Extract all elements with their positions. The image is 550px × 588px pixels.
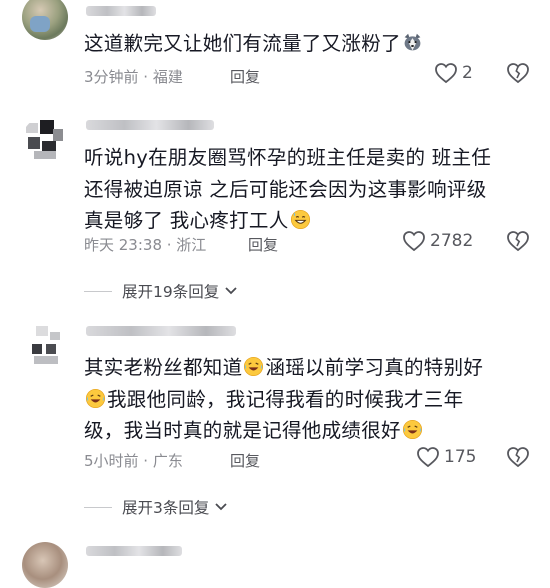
expand-replies-label: 展开3条回复 [122,499,210,517]
comment-meta: 5小时前 · 广东 回复 175 [84,446,530,472]
avatar[interactable] [22,542,68,588]
chevron-down-icon [225,287,237,295]
chevron-down-icon [215,503,228,511]
comment-text-segment: 其实老粉丝都知道 [84,356,243,379]
comment-text-segment: 我跟他同龄，我记得我看的时候我才三年 [107,387,464,411]
avatar[interactable] [22,0,68,40]
comment-item [0,540,550,588]
comment-time-location: 昨天 23:38 · 浙江 [84,236,207,254]
broken-heart-icon[interactable] [506,446,530,468]
avatar[interactable] [22,117,68,163]
comment-item: 听说hy在朋友圈骂怀孕的班主任是卖的 班主任 还得被迫原谅 之后可能还会因为这事… [0,100,550,320]
crying-laughing-emoji [402,419,422,440]
comment-item: 这道歉完又让她们有流量了又涨粉了 3分钟前 · 福建 回复 2 [0,0,550,100]
comment-text: 听说hy在朋友圈骂怀孕的班主任是卖的 班主任 还得被迫原谅 之后可能还会因为这事… [84,142,524,237]
crying-laughing-emoji [85,388,106,408]
avatar[interactable] [22,322,68,368]
comment-text-segment: 级，我当时真的就是记得他成绩很好 [84,419,401,442]
username-blurred[interactable] [86,326,236,336]
reply-button[interactable]: 回复 [230,450,260,471]
comment-text: 其实老粉丝都知道 涵瑶以前学习真的特别好 我跟他同龄，我记得我看的时候我才三年 级… [84,352,524,447]
comment-time-location: 5小时前 · 广东 [84,452,183,470]
like-button[interactable]: 2 [434,62,473,84]
broken-heart-icon[interactable] [506,62,530,84]
comment-meta: 3分钟前 · 福建 回复 2 [84,62,530,88]
like-count: 2782 [430,231,474,251]
like-count: 2 [462,63,473,83]
comment-text-line: 听说hy在朋友圈骂怀孕的班主任是卖的 班主任 [84,146,492,169]
comment-text-segment: 涵瑶以前学习真的特别好 [265,356,484,379]
username-blurred[interactable] [86,120,214,130]
heart-outline-icon [403,231,425,252]
comment-time-location: 3分钟前 · 福建 [84,68,183,86]
like-count: 175 [444,447,477,467]
divider-line [84,290,112,292]
comment-item: 其实老粉丝都知道 涵瑶以前学习真的特别好 我跟他同龄，我记得我看的时候我才三年 级… [0,322,550,522]
divider-line [84,506,112,508]
heart-outline-icon [435,63,457,84]
like-button[interactable]: 175 [416,446,476,468]
comment-meta: 昨天 23:38 · 浙江 回复 2782 [84,230,530,256]
username-blurred[interactable] [86,546,182,556]
expand-replies-label: 展开19条回复 [122,283,220,301]
husky-face-emoji [404,33,421,51]
username-blurred[interactable] [86,6,156,16]
grinning-sweat-emoji [290,209,310,230]
comment-text-content: 这道歉完又让她们有流量了又涨粉了 [84,32,401,55]
broken-heart-icon[interactable] [506,230,530,252]
crying-laughing-emoji [244,356,264,377]
comment-text-line: 还得被迫原谅 之后可能还会因为这事影响评级 [84,177,487,201]
heart-outline-icon [417,447,439,468]
reply-button[interactable]: 回复 [248,234,278,255]
expand-replies-button[interactable]: 展开19条回复 [84,280,238,302]
comment-text: 这道歉完又让她们有流量了又涨粉了 [84,28,524,60]
reply-button[interactable]: 回复 [230,66,260,87]
like-button[interactable]: 2782 [402,230,473,252]
comment-text-line: 真是够了 我心疼打工人 [84,209,289,232]
expand-replies-button[interactable]: 展开3条回复 [84,496,228,518]
